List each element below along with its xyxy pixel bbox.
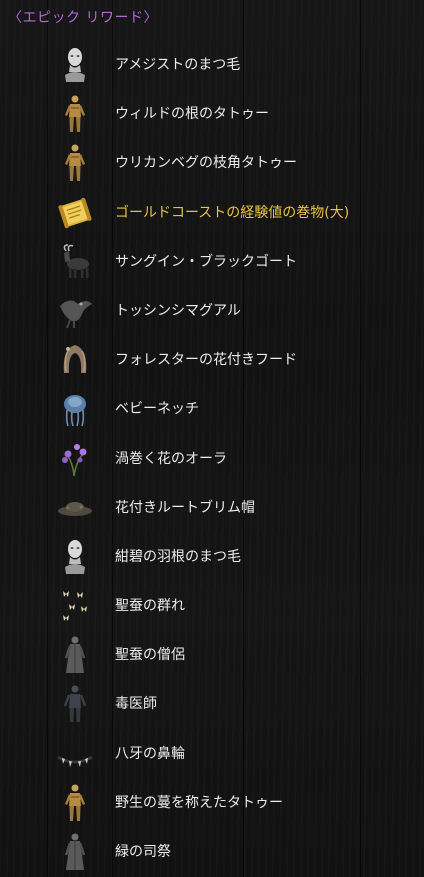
reward-list-item[interactable]: 花付きルートブリム帽 [0, 484, 424, 533]
reward-item-label: 八牙の鼻輪 [115, 745, 185, 762]
reward-item-label: サングイン・ブラックゴート [115, 253, 297, 270]
reward-list-item[interactable]: サングイン・ブラックゴート [0, 238, 424, 287]
gold-figure-icon [54, 782, 96, 824]
brim-hat-icon [54, 487, 96, 529]
goat-icon [54, 241, 96, 283]
reward-item-label: 緑の司祭 [115, 844, 171, 860]
reward-list-item[interactable]: ウィルドの根のタトゥー [0, 90, 424, 139]
reward-list-item[interactable]: 紺碧の羽根のまつ毛 [0, 533, 424, 582]
reward-list-item[interactable]: 聖蚕の群れ [0, 582, 424, 631]
reward-item-label: 渦巻く花のオーラ [115, 450, 227, 467]
reward-item-label: ゴールドコーストの経験値の巻物(大) [115, 204, 350, 221]
reward-panel: 〈エピック リワード〉 アメジストのまつ毛ウィルドの根のタトゥーウリカンベグの枝… [0, 0, 424, 877]
reward-list-item[interactable]: 緑の司祭 [0, 828, 424, 877]
section-header: 〈エピック リワード〉 [8, 10, 158, 26]
reward-item-label: 聖蚕の僧侶 [115, 647, 185, 664]
reward-list-item[interactable]: アメジストのまつ毛 [0, 41, 424, 90]
reward-item-label: トッシンシマグアル [115, 302, 241, 319]
reward-list-item[interactable]: フォレスターの花付きフード [0, 336, 424, 385]
reward-list-item[interactable]: トッシンシマグアル [0, 287, 424, 336]
reward-item-label: 野生の蔓を称えたタトゥー [115, 794, 283, 811]
purple-flower-icon [54, 438, 96, 480]
hood-icon [54, 339, 96, 381]
reward-list-item[interactable]: 毒医師 [0, 680, 424, 729]
white-bust-icon [54, 536, 96, 578]
reward-list-item[interactable]: 渦巻く花のオーラ [0, 435, 424, 484]
reward-item-label: ウリカンベグの枝角タトゥー [115, 155, 297, 172]
gold-figure-icon [54, 93, 96, 135]
gold-figure-icon [54, 142, 96, 184]
reward-item-label: フォレスターの花付きフード [115, 352, 297, 369]
white-bust-icon [54, 44, 96, 86]
robed-figure-icon [54, 831, 96, 873]
dark-figure-icon [54, 683, 96, 725]
fang-ring-icon [54, 733, 96, 775]
reward-item-label: 毒医師 [115, 696, 157, 713]
moths-icon [54, 585, 96, 627]
gold-scroll-icon [54, 192, 96, 234]
reward-item-label: ベビーネッチ [115, 401, 199, 418]
reward-item-label: 紺碧の羽根のまつ毛 [115, 548, 241, 565]
robed-figure-icon [54, 634, 96, 676]
reward-list-item[interactable]: 八牙の鼻輪 [0, 730, 424, 779]
reward-item-label: 聖蚕の群れ [115, 598, 185, 615]
reward-list-item[interactable]: ゴールドコーストの経験値の巻物(大) [0, 189, 424, 238]
bird-creature-icon [54, 290, 96, 332]
reward-item-label: 花付きルートブリム帽 [115, 499, 255, 516]
reward-list: アメジストのまつ毛ウィルドの根のタトゥーウリカンベグの枝角タトゥーゴールドコース… [0, 41, 424, 877]
netch-icon [54, 388, 96, 430]
reward-list-item[interactable]: 野生の蔓を称えたタトゥー [0, 779, 424, 828]
reward-list-item[interactable]: 聖蚕の僧侶 [0, 631, 424, 680]
reward-list-item[interactable]: ウリカンベグの枝角タトゥー [0, 139, 424, 188]
reward-item-label: ウィルドの根のタトゥー [115, 106, 269, 123]
reward-list-item[interactable]: ベビーネッチ [0, 385, 424, 434]
reward-item-label: アメジストのまつ毛 [115, 57, 241, 73]
